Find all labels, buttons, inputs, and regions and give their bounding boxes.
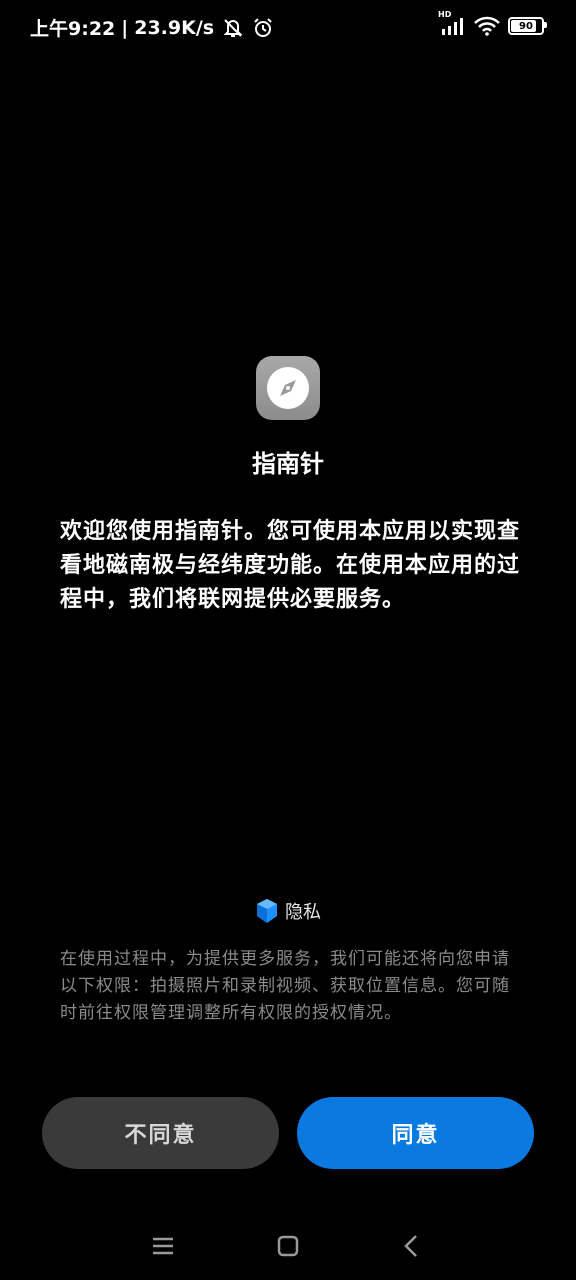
menu-button[interactable] — [145, 1230, 181, 1262]
back-button[interactable] — [393, 1230, 429, 1262]
compass-app-icon — [256, 356, 320, 420]
status-left: 上午9:22 | 23.9K/s — [30, 14, 274, 41]
menu-icon — [152, 1236, 174, 1256]
permission-text: 在使用过程中，为提供更多服务，我们可能还将向您申请以下权限：拍摄照片和录制视频、… — [60, 949, 510, 1023]
mute-vibrate-icon — [222, 17, 244, 39]
privacy-shield-icon — [255, 898, 279, 924]
home-button[interactable] — [270, 1230, 306, 1262]
welcome-text: 欢迎您使用指南针。您可使用本应用以实现查看地磁南极与经纬度功能。在使用本应用的过… — [60, 518, 521, 612]
wifi-icon — [474, 16, 500, 36]
privacy-label: 隐私 — [285, 902, 321, 923]
battery-level: 90 — [519, 20, 533, 32]
status-time: 上午9:22 — [30, 18, 116, 40]
status-separator: | — [121, 16, 129, 39]
compass-icon — [265, 365, 311, 411]
hd-signal-icon: HD — [438, 10, 466, 36]
navigation-bar — [0, 1216, 576, 1276]
status-right: HD 90 — [438, 10, 547, 36]
app-title: 指南针 — [252, 449, 324, 478]
alarm-icon — [252, 17, 274, 39]
agree-button[interactable]: 同意 — [297, 1097, 534, 1169]
battery-icon: 90 — [508, 17, 547, 35]
network-speed: 23.9K/s — [134, 16, 215, 39]
privacy-link[interactable]: 隐私 — [0, 898, 576, 924]
home-icon — [277, 1235, 299, 1257]
back-icon — [403, 1234, 419, 1258]
hd-label: HD — [438, 10, 452, 19]
status-bar: 上午9:22 | 23.9K/s HD 90 — [0, 0, 576, 56]
disagree-button[interactable]: 不同意 — [42, 1097, 279, 1169]
